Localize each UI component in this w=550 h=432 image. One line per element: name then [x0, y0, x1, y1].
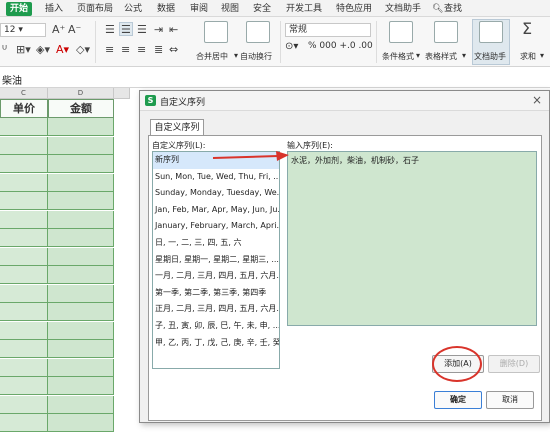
arrow-head [276, 151, 289, 161]
arrow-shaft [212, 155, 279, 159]
annotation-arrow [212, 151, 289, 161]
